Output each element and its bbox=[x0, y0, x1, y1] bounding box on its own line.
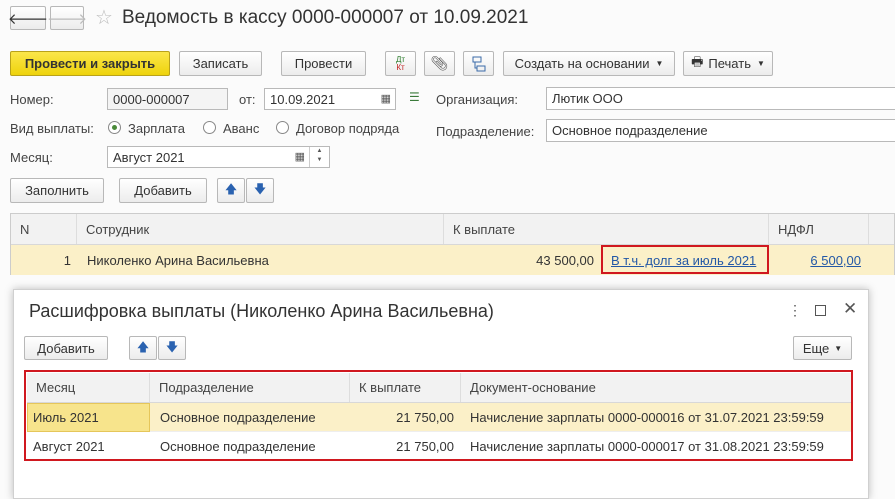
org-field[interactable]: Лютик ООО bbox=[546, 87, 895, 110]
favorite-star-icon[interactable]: ☆ bbox=[95, 5, 113, 30]
number-field[interactable]: 0000-000007 bbox=[107, 88, 228, 110]
hierarchy-icon bbox=[472, 56, 485, 71]
chevron-down-icon: ▼ bbox=[834, 343, 843, 353]
month-stepper[interactable]: ▲ ▼ bbox=[309, 147, 329, 167]
create-based-on-button[interactable]: Создать на основании ▼ bbox=[503, 51, 675, 76]
radio-salary-label: Зарплата bbox=[128, 121, 185, 136]
month-label: Месяц: bbox=[10, 150, 53, 165]
dt-kt-button[interactable]: Дт Кт bbox=[385, 51, 416, 76]
print-button[interactable]: 🖶 Печать ▼ bbox=[683, 51, 773, 76]
radio-contract-label: Договор подряда bbox=[296, 121, 400, 136]
col-header-ndfl[interactable]: НДФЛ bbox=[769, 214, 869, 244]
dialog-move-up-button[interactable]: 🡅 bbox=[129, 336, 157, 360]
col-header-n[interactable]: N bbox=[11, 214, 77, 244]
col-header-amount[interactable]: К выплате bbox=[444, 214, 769, 244]
arrow-down-icon: 🡇 bbox=[253, 182, 267, 196]
chevron-down-icon: ▼ bbox=[756, 59, 765, 68]
radio-salary[interactable] bbox=[108, 121, 121, 134]
document-history-icon[interactable]: ☰ bbox=[409, 90, 420, 104]
arrow-up-icon: 🡅 bbox=[136, 339, 150, 354]
calendar-icon[interactable]: ▦ bbox=[295, 150, 305, 163]
back-button[interactable]: 🡐 bbox=[7, 6, 49, 30]
dialog-add-button[interactable]: Добавить bbox=[24, 336, 108, 360]
dialog-title: Расшифровка выплаты (Николенко Арина Вас… bbox=[29, 301, 494, 321]
more-button[interactable]: Еще ▼ bbox=[793, 336, 852, 360]
breakdown-table-highlight bbox=[24, 370, 853, 461]
more-vert-icon[interactable]: ⋮ bbox=[788, 302, 802, 319]
dept-label: Подразделение: bbox=[436, 124, 535, 139]
arrow-left-icon: 🡐 bbox=[7, 10, 49, 28]
forward-button[interactable]: 🡒 bbox=[46, 6, 88, 30]
chevron-down-icon: ▼ bbox=[655, 59, 664, 68]
add-row-button[interactable]: Добавить bbox=[119, 178, 207, 203]
dt-kt-icon: Дт Кт bbox=[395, 54, 406, 72]
maximize-icon[interactable] bbox=[815, 305, 826, 316]
fill-button[interactable]: Заполнить bbox=[10, 178, 104, 203]
radio-contract[interactable] bbox=[276, 121, 289, 134]
radio-advance[interactable] bbox=[203, 121, 216, 134]
dialog-move-down-button[interactable]: 🡇 bbox=[158, 336, 186, 360]
post-button[interactable]: Провести bbox=[281, 51, 366, 76]
dept-field[interactable]: Основное подразделение bbox=[546, 119, 895, 142]
printer-icon: 🖶 bbox=[691, 53, 704, 69]
employee-name: Николенко Арина Васильевна bbox=[87, 252, 269, 268]
date-field[interactable]: 10.09.2021 ▦ bbox=[264, 88, 396, 110]
radio-advance-label: Аванс bbox=[223, 121, 260, 136]
move-down-button[interactable]: 🡇 bbox=[246, 178, 274, 203]
month-field[interactable]: Август 2021 ▦ ▲ ▼ bbox=[107, 146, 330, 168]
pay-type-label: Вид выплаты: bbox=[10, 121, 94, 136]
save-button[interactable]: Записать bbox=[179, 51, 262, 76]
number-label: Номер: bbox=[10, 92, 54, 107]
paperclip-icon: 📎︎ bbox=[430, 55, 449, 71]
move-up-button[interactable]: 🡅 bbox=[217, 178, 245, 203]
amount-value: 43 500,00 bbox=[536, 252, 594, 268]
arrow-right-icon: 🡒 bbox=[46, 10, 88, 28]
page-title: Ведомость в кассу 0000-000007 от 10.09.2… bbox=[122, 7, 529, 28]
ndfl-value[interactable]: 6 500,00 bbox=[769, 245, 861, 275]
post-and-close-button[interactable]: Провести и закрыть bbox=[10, 51, 170, 76]
close-icon[interactable]: ✕ bbox=[843, 299, 857, 319]
calendar-icon[interactable]: ▦ bbox=[381, 92, 391, 105]
arrow-up-icon: 🡅 bbox=[224, 182, 238, 196]
debt-link-highlight bbox=[601, 245, 769, 274]
row-number: 1 bbox=[63, 252, 71, 268]
arrow-down-icon: 🡇 bbox=[165, 339, 179, 354]
org-label: Организация: bbox=[436, 92, 519, 107]
structure-button[interactable] bbox=[463, 51, 494, 76]
attach-button[interactable]: 📎︎ bbox=[424, 51, 455, 76]
col-header-employee[interactable]: Сотрудник bbox=[77, 214, 444, 244]
date-label: от: bbox=[239, 92, 256, 107]
